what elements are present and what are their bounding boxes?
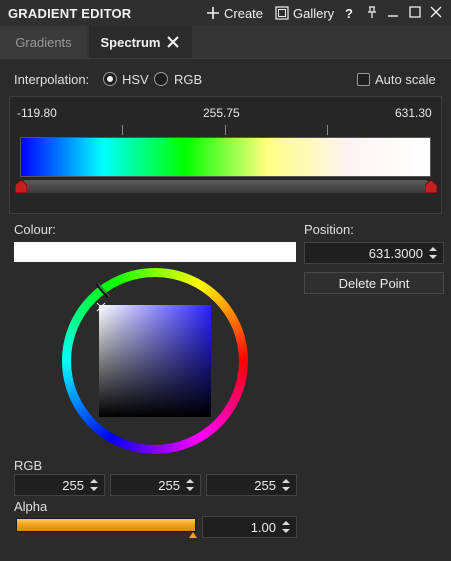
alpha-slider[interactable] [16,518,196,532]
tab-gradients-label: Gradients [15,34,72,50]
alpha-slider-handle[interactable] [189,532,197,538]
ruler-tick [225,125,226,135]
close-window-button[interactable] [430,5,442,21]
colour-label: Colour: [14,222,56,237]
pin-icon [366,5,378,22]
green-input[interactable]: 255 [110,474,201,496]
maximize-button[interactable] [409,5,421,21]
alpha-label: Alpha [14,499,48,514]
ruler-mid-label: 255.75 [203,106,240,120]
hsv-label: HSV [122,72,149,87]
saturation-value-square[interactable] [99,305,211,417]
tab-gradients[interactable]: Gradients [0,26,87,58]
position-label: Position: [304,222,354,237]
window-title: GRADIENT EDITOR [8,6,132,21]
green-value: 255 [158,478,180,493]
rgb-radio[interactable] [154,72,168,86]
ruler-tick [327,125,328,135]
gallery-button[interactable]: Gallery [275,5,334,21]
gradient-stop-marker-start[interactable] [14,179,28,194]
help-button[interactable]: ? [345,5,353,21]
tab-bar: Gradients Spectrum [0,26,451,59]
blue-input[interactable]: 255 [206,474,297,496]
delete-point-button[interactable]: Delete Point [304,272,444,294]
red-input[interactable]: 255 [14,474,105,496]
minimize-icon [387,5,399,22]
spin-arrows-icon[interactable] [280,519,292,535]
auto-scale-label: Auto scale [375,72,436,87]
tab-spectrum[interactable]: Spectrum [89,26,192,58]
sv-cursor[interactable] [96,302,106,312]
alpha-input[interactable]: 1.00 [202,516,297,538]
hsv-radio[interactable] [103,72,117,86]
close-tab-icon[interactable] [166,35,180,49]
interpolation-label: Interpolation: [14,72,90,87]
spin-arrows-icon[interactable] [184,477,196,493]
help-icon: ? [345,5,353,21]
rgb-label: RGB [14,458,43,473]
create-button[interactable]: Create [206,5,263,21]
ruler-max-label: 631.30 [395,106,432,120]
spin-arrows-icon[interactable] [280,477,292,493]
maximize-icon [409,5,421,22]
red-value: 255 [62,478,84,493]
position-input[interactable]: 631.3000 [304,242,444,264]
colour-swatch[interactable] [14,242,296,262]
title-bar: GRADIENT EDITOR Create Gallery ? [0,0,451,26]
position-value: 631.3000 [368,246,423,261]
auto-scale-checkbox[interactable] [357,73,370,86]
minimize-button[interactable] [387,5,399,21]
close-icon [430,5,442,22]
gradient-stop-track[interactable] [20,180,431,193]
gallery-icon [275,6,289,20]
create-label: Create [224,5,264,21]
ruler-min-label: -119.80 [17,106,57,120]
spin-arrows-icon[interactable] [88,477,100,493]
pin-button[interactable] [366,5,378,21]
tab-spectrum-label: Spectrum [100,34,161,50]
spin-arrows-icon[interactable] [427,245,439,261]
alpha-value: 1.00 [250,520,276,535]
plus-icon [206,6,220,20]
gradient-stop-marker-end[interactable] [424,179,438,194]
gallery-label: Gallery [293,5,335,21]
blue-value: 255 [254,478,276,493]
rgb-option-label: RGB [174,72,203,87]
ruler-tick [122,125,123,135]
delete-point-label: Delete Point [338,275,410,291]
gradient-preview-bar[interactable] [20,137,431,177]
